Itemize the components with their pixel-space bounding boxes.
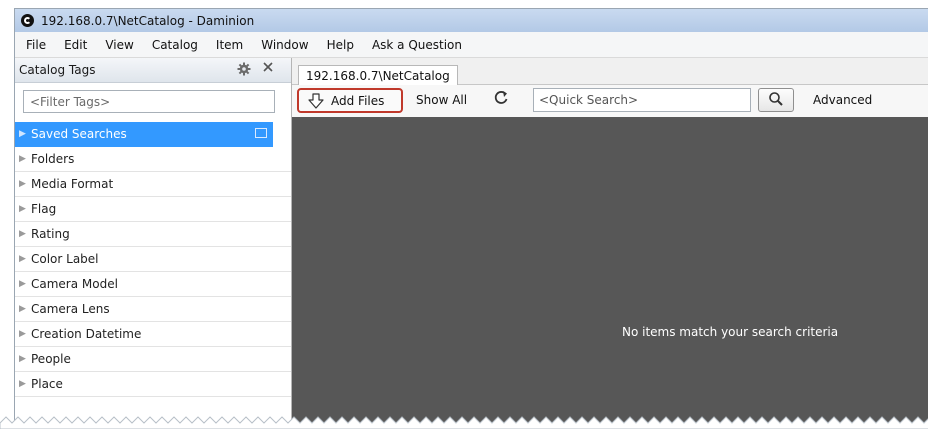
- catalog-tags-panel: Catalog Tags <Filter Tags> ▶ Saved Searc…: [15, 58, 292, 429]
- menu-edit[interactable]: Edit: [55, 38, 96, 52]
- gear-icon[interactable]: [237, 62, 251, 76]
- tag-label: Creation Datetime: [31, 327, 142, 341]
- tag-place[interactable]: ▶ Place: [15, 372, 291, 397]
- selection-box-icon: [255, 128, 267, 138]
- menu-window[interactable]: Window: [252, 38, 317, 52]
- add-files-button[interactable]: Add Files: [297, 88, 403, 113]
- magnifier-icon: [768, 91, 784, 110]
- expand-arrow-icon[interactable]: ▶: [19, 304, 31, 314]
- app-logo-icon: [21, 14, 34, 27]
- tab-strip: 192.168.0.7\NetCatalog: [292, 58, 928, 85]
- tag-label: Rating: [31, 227, 70, 241]
- tag-label: Color Label: [31, 252, 99, 266]
- menu-ask-question[interactable]: Ask a Question: [363, 38, 471, 52]
- menu-file[interactable]: File: [15, 38, 55, 52]
- filter-row: [15, 83, 291, 115]
- expand-arrow-icon[interactable]: ▶: [19, 379, 31, 389]
- show-all-button[interactable]: Show All: [416, 93, 467, 107]
- tag-flag[interactable]: ▶ Flag: [15, 197, 291, 222]
- tag-creation-datetime[interactable]: ▶ Creation Datetime: [15, 322, 291, 347]
- empty-state-message: No items match your search criteria: [622, 325, 839, 339]
- expand-arrow-icon[interactable]: ▶: [19, 329, 31, 339]
- menu-item[interactable]: Item: [207, 38, 252, 52]
- tag-rating[interactable]: ▶ Rating: [15, 222, 291, 247]
- browser-area: 192.168.0.7\NetCatalog Add Files Show Al…: [292, 58, 928, 429]
- title-bar: 192.168.0.7\NetCatalog - Daminion: [15, 9, 928, 32]
- panel-header: Catalog Tags: [15, 58, 291, 83]
- expand-arrow-icon[interactable]: ▶: [19, 154, 31, 164]
- tag-saved-searches[interactable]: ▶ Saved Searches: [15, 122, 273, 147]
- expand-arrow-icon[interactable]: ▶: [19, 254, 31, 264]
- app-window: 192.168.0.7\NetCatalog - Daminion File E…: [14, 8, 928, 429]
- tag-label: Camera Model: [31, 277, 118, 291]
- tag-folders[interactable]: ▶ Folders: [15, 147, 291, 172]
- expand-arrow-icon[interactable]: ▶: [19, 179, 31, 189]
- tag-label: Place: [31, 377, 63, 391]
- quick-search-input[interactable]: [533, 88, 751, 112]
- filter-tags-input[interactable]: [23, 90, 275, 113]
- tag-camera-lens[interactable]: ▶ Camera Lens: [15, 297, 291, 322]
- tag-label: People: [31, 352, 71, 366]
- tag-label: Camera Lens: [31, 302, 110, 316]
- menu-view[interactable]: View: [96, 38, 142, 52]
- search-button[interactable]: [758, 88, 794, 112]
- expand-arrow-icon[interactable]: ▶: [19, 354, 31, 364]
- add-files-icon: [307, 92, 325, 110]
- tag-camera-model[interactable]: ▶ Camera Model: [15, 272, 291, 297]
- panel-title: Catalog Tags: [19, 63, 96, 77]
- close-icon[interactable]: [262, 61, 276, 77]
- tag-color-label[interactable]: ▶ Color Label: [15, 247, 291, 272]
- expand-arrow-icon[interactable]: ▶: [19, 229, 31, 239]
- tag-label: Saved Searches: [31, 127, 127, 141]
- items-view: No items match your search criteria: [292, 117, 928, 429]
- tag-people[interactable]: ▶ People: [15, 347, 291, 372]
- add-files-label: Add Files: [331, 93, 385, 108]
- torn-edge: [0, 416, 928, 429]
- tab-netcatalog[interactable]: 192.168.0.7\NetCatalog: [298, 65, 458, 85]
- expand-arrow-icon[interactable]: ▶: [19, 129, 31, 139]
- tag-media-format[interactable]: ▶ Media Format: [15, 172, 291, 197]
- window-title: 192.168.0.7\NetCatalog - Daminion: [41, 13, 255, 28]
- browser-toolbar: Add Files Show All Advanced: [292, 85, 928, 118]
- menu-help[interactable]: Help: [318, 38, 363, 52]
- tag-tree: ▶ Saved Searches ▶ Folders ▶ Media Forma…: [15, 122, 291, 397]
- refresh-icon[interactable]: [493, 89, 509, 112]
- tag-label: Media Format: [31, 177, 114, 191]
- advanced-search-button[interactable]: Advanced: [813, 93, 872, 107]
- tag-label: Folders: [31, 152, 75, 166]
- tag-label: Flag: [31, 202, 57, 216]
- expand-arrow-icon[interactable]: ▶: [19, 279, 31, 289]
- menu-bar: File Edit View Catalog Item Window Help …: [15, 32, 928, 58]
- expand-arrow-icon[interactable]: ▶: [19, 204, 31, 214]
- menu-catalog[interactable]: Catalog: [143, 38, 207, 52]
